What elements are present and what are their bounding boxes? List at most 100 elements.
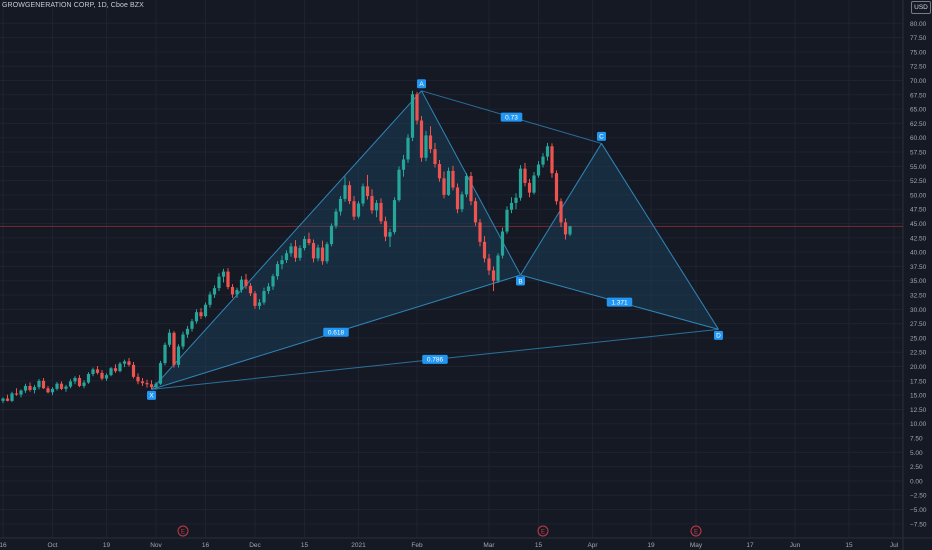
candle-body xyxy=(532,175,536,193)
y-tick-label: 15.00 xyxy=(910,393,927,400)
pattern-point-label: A xyxy=(419,81,424,88)
y-tick-label: 32.50 xyxy=(910,293,927,300)
candle-body xyxy=(91,369,95,374)
candle-body xyxy=(419,120,424,158)
candle-body xyxy=(428,135,433,150)
candle-body xyxy=(559,201,563,223)
candle-body xyxy=(23,385,28,391)
x-tick-label: 15 xyxy=(845,542,853,549)
candle-body xyxy=(77,377,82,386)
candle-body xyxy=(460,194,464,210)
candle-body xyxy=(266,286,271,292)
candle-body xyxy=(248,285,253,294)
candle-body xyxy=(118,363,122,372)
x-tick-label: Jun xyxy=(790,542,801,549)
candle-body xyxy=(424,135,428,158)
ratio-label: 0.73 xyxy=(505,114,518,121)
y-tick-label: 60.00 xyxy=(910,135,927,142)
y-tick-label: 25.00 xyxy=(910,335,927,342)
x-tick-label: Mar xyxy=(483,542,495,549)
candle-body xyxy=(226,271,230,288)
candle-body xyxy=(388,232,392,237)
y-tick-label: 20.00 xyxy=(910,364,927,371)
y-tick-label: 0.00 xyxy=(910,478,923,485)
candle-body xyxy=(361,186,365,204)
candle-body xyxy=(545,146,550,157)
candle-body xyxy=(446,170,451,195)
ratio-label: 0.786 xyxy=(427,357,444,364)
y-tick-label: 17.50 xyxy=(910,378,927,385)
candle-body xyxy=(14,393,19,395)
x-tick-label: 15 xyxy=(301,542,309,549)
candle-body xyxy=(352,201,356,217)
candle-body xyxy=(253,293,257,306)
candle-body xyxy=(433,149,437,165)
candle-body xyxy=(172,332,176,365)
y-tick-label: 27.50 xyxy=(910,321,927,328)
candle-body xyxy=(527,182,532,193)
candle-body xyxy=(410,94,415,138)
candle-body xyxy=(127,361,131,365)
candle-body xyxy=(325,244,329,262)
y-tick-label: 47.50 xyxy=(910,207,927,214)
y-tick-label: −7.50 xyxy=(910,521,927,528)
x-tick-label: 17 xyxy=(746,542,754,549)
candle-body xyxy=(307,238,311,243)
x-tick-label: Dec xyxy=(249,542,261,549)
candle-body xyxy=(415,94,419,121)
candle-body xyxy=(55,383,59,389)
y-tick-label: −2.50 xyxy=(910,493,927,500)
candle-body xyxy=(491,270,496,281)
candle-body xyxy=(149,384,154,388)
candle-body xyxy=(464,176,469,195)
candle-body xyxy=(208,294,212,305)
y-tick-label: 75.00 xyxy=(910,49,927,56)
candle-body xyxy=(298,248,302,258)
earnings-label: E xyxy=(181,529,185,535)
candle-body xyxy=(275,264,280,277)
y-tick-label: 10.00 xyxy=(910,421,927,428)
candle-body xyxy=(568,226,572,235)
candle-body xyxy=(46,388,50,393)
candle-body xyxy=(523,168,527,183)
candle-body xyxy=(271,276,275,287)
y-tick-label: 62.50 xyxy=(910,121,927,128)
y-tick-label: 80.00 xyxy=(910,21,927,28)
candle-body xyxy=(401,159,406,170)
x-tick-label: Oct xyxy=(47,542,57,549)
candle-body xyxy=(311,242,316,259)
y-tick-label: 40.00 xyxy=(910,250,927,257)
y-tick-label: 65.00 xyxy=(910,107,927,114)
candle-body xyxy=(478,222,482,242)
candle-body xyxy=(109,368,113,376)
candle-body xyxy=(329,225,334,245)
candle-body xyxy=(280,260,284,265)
x-tick-label: 19 xyxy=(647,542,655,549)
candle-body xyxy=(509,202,514,210)
candle-body xyxy=(451,170,455,188)
y-tick-label: 77.50 xyxy=(910,35,927,42)
price-chart[interactable]: 80.00 77.50 75.00 72.50 70.00 67.50 65.00 62.50… xyxy=(0,0,932,550)
candle-body xyxy=(392,200,397,233)
y-tick-label: 35.00 xyxy=(910,278,927,285)
x-tick-label: 15 xyxy=(535,542,543,549)
currency-badge[interactable]: USD xyxy=(911,1,931,14)
candle-body xyxy=(122,361,127,364)
candle-body xyxy=(50,388,55,393)
candle-body xyxy=(374,202,379,211)
candle-body xyxy=(68,381,73,387)
candle-body xyxy=(136,376,140,382)
candle-body xyxy=(563,222,568,235)
x-tick-label: 16 xyxy=(202,542,210,549)
candle-body xyxy=(158,363,163,384)
candle-body xyxy=(505,209,509,232)
symbol-title[interactable]: GROWGENERATION CORP, 1D, Cboe BZX xyxy=(2,2,144,9)
candle-body xyxy=(10,393,14,401)
candle-body xyxy=(496,255,500,281)
candle-body xyxy=(163,344,167,364)
candle-body xyxy=(550,146,554,174)
candle-body xyxy=(59,383,64,389)
candle-body xyxy=(244,279,248,286)
candle-body xyxy=(104,375,109,379)
candle-body xyxy=(334,211,338,226)
